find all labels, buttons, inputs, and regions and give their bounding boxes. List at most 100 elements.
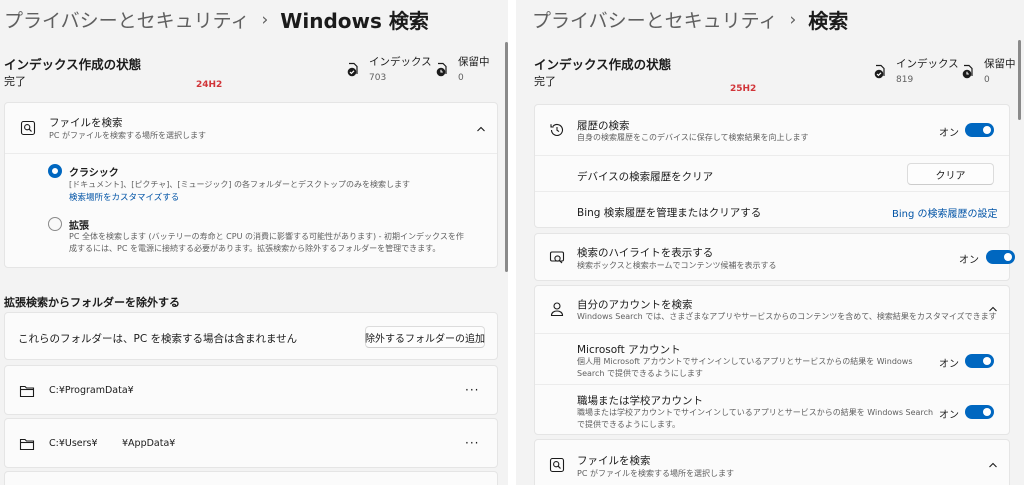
find-files-header[interactable]: ファイルを検索 PC がファイルを検索する場所を選択します xyxy=(5,103,497,153)
indexed-items-stat: インデックス 819 xyxy=(872,56,959,85)
search-files-icon xyxy=(549,457,565,473)
bing-history-settings-link[interactable]: Bing の検索履歴の設定 xyxy=(892,205,998,220)
search-highlights-card: 検索のハイライトを表示する 検索ボックスと検索ホームでコンテンツ候補を表示する … xyxy=(534,233,1015,281)
exclude-folders-heading: 拡張検索からフォルダーを除外する xyxy=(4,296,180,309)
more-options-button[interactable]: ··· xyxy=(465,436,479,450)
search-files-icon xyxy=(20,120,36,136)
pending-items-stat: 保留中 0 xyxy=(960,56,1016,85)
work-account-title: 職場または学校アカウント xyxy=(577,395,703,407)
classic-option-desc: [ドキュメント]、[ピクチャ]、[ミュージック] の各フォルダーとデスクトップの… xyxy=(69,180,411,189)
indexing-status-title: インデックス作成の状態 xyxy=(534,57,672,72)
microsoft-account-title: Microsoft アカウント xyxy=(577,344,681,356)
toggle-knob xyxy=(983,126,991,134)
find-files-title: ファイルを検索 xyxy=(577,455,651,467)
indexed-label: インデックス xyxy=(369,56,432,68)
page-title: Windows 検索 xyxy=(280,9,429,33)
search-highlights-title: 検索のハイライトを表示する xyxy=(577,247,714,259)
toggle-knob xyxy=(983,357,991,365)
search-highlights-icon xyxy=(549,251,565,264)
search-history-card: 履歴の検索 自身の検索履歴をこのデバイスに保存して検索結果を向上します オン デ… xyxy=(534,104,1010,228)
search-highlights-toggle[interactable] xyxy=(986,250,1015,264)
search-accounts-desc: Windows Search では、さまざまなアプリやサービスからのコンテンツを… xyxy=(577,312,997,321)
card-divider xyxy=(5,153,497,154)
indexed-items-stat: インデックス 703 xyxy=(345,54,432,83)
find-files-title: ファイルを検索 xyxy=(49,117,123,129)
search-accounts-header[interactable]: 自分のアカウントを検索 Windows Search では、さまざまなアプリやサ… xyxy=(535,286,1009,333)
folder-path-part-1: C:¥Users¥ xyxy=(49,438,98,449)
exclude-folders-card: これらのフォルダーは、PC を検索する場合は含まれません 除外するフォルダーの追… xyxy=(4,312,498,360)
toggle-knob xyxy=(983,408,991,416)
breadcrumb-parent-privacy[interactable]: プライバシーとセキュリティ xyxy=(4,6,249,33)
indexing-status-title: インデックス作成の状態 xyxy=(4,57,142,72)
breadcrumb-separator: › xyxy=(789,9,797,30)
work-account-toggle[interactable] xyxy=(965,405,994,419)
pending-count: 0 xyxy=(984,75,990,85)
search-highlights-desc: 検索ボックスと検索ホームでコンテンツ候補を表示する xyxy=(577,261,777,270)
classic-radio[interactable] xyxy=(48,164,62,178)
history-icon xyxy=(550,123,564,136)
scrollbar[interactable] xyxy=(1018,0,1021,485)
search-accounts-title: 自分のアカウントを検索 xyxy=(577,299,693,311)
search-history-toggle-state: オン xyxy=(939,128,959,139)
clear-history-button[interactable]: クリア xyxy=(907,163,994,185)
search-accounts-card: 自分のアカウントを検索 Windows Search では、さまざまなアプリやサ… xyxy=(534,285,1010,435)
search-history-toggle[interactable] xyxy=(965,123,994,137)
version-tag: 25H2 xyxy=(730,84,757,94)
version-tag: 24H2 xyxy=(196,80,223,90)
enhanced-radio[interactable] xyxy=(48,217,62,231)
folder-path-part-2: ¥AppData¥ xyxy=(122,438,176,449)
pending-document-icon xyxy=(962,64,973,79)
add-excluded-folder-button[interactable]: 除外するフォルダーの追加 xyxy=(365,326,485,348)
microsoft-account-toggle[interactable] xyxy=(965,354,994,368)
indexing-status-value: 完了 xyxy=(4,75,26,88)
chevron-up-icon[interactable] xyxy=(987,459,999,471)
person-icon xyxy=(550,302,564,317)
breadcrumb-parent-privacy[interactable]: プライバシーとセキュリティ xyxy=(532,6,777,33)
bing-history-title: Bing 検索履歴を管理またはクリアする xyxy=(577,207,762,219)
chevron-up-icon[interactable] xyxy=(475,123,487,135)
pending-count: 0 xyxy=(458,73,464,83)
breadcrumb: プライバシーとセキュリティ › 検索 xyxy=(532,5,848,34)
card-divider xyxy=(535,191,1009,192)
customize-search-locations-link[interactable]: 検索場所をカスタマイズする xyxy=(69,191,179,203)
card-divider xyxy=(535,155,1009,156)
microsoft-account-toggle-state: オン xyxy=(939,359,959,370)
toggle-knob xyxy=(1004,253,1012,261)
more-options-button[interactable]: ··· xyxy=(465,383,479,397)
folder-icon xyxy=(19,385,35,398)
chevron-up-icon[interactable] xyxy=(987,303,999,315)
indexed-document-icon xyxy=(347,62,358,77)
exclude-folders-info: これらのフォルダーは、PC を検索する場合は含まれません xyxy=(18,333,298,345)
enhanced-option-desc: PC 全体を検索します (バッテリーの寿命と CPU の消費に影響する可能性があ… xyxy=(69,232,464,253)
pending-label: 保留中 xyxy=(984,58,1016,70)
scrollbar-thumb[interactable] xyxy=(1018,40,1021,120)
excluded-folder-row: C:¥Users¥ ¥AppData¥ ··· xyxy=(4,418,498,468)
clear-device-history-title: デバイスの検索履歴をクリア xyxy=(577,171,714,183)
indexed-count: 703 xyxy=(369,73,387,83)
find-files-card[interactable]: ファイルを検索 PC がファイルを検索する場所を選択します xyxy=(534,439,1010,485)
left-settings-pane: プライバシーとセキュリティ › Windows 検索 インデックス作成の状態 完… xyxy=(0,0,508,485)
excluded-folder-row: C:¥ProgramData¥ ··· xyxy=(4,365,498,415)
card-divider xyxy=(535,333,1009,334)
enhanced-option-title: 拡張 xyxy=(69,221,89,232)
page-title: 検索 xyxy=(808,9,849,33)
folder-icon xyxy=(19,438,35,451)
pending-items-stat: 保留中 0 xyxy=(434,54,490,83)
card-divider xyxy=(535,384,1009,385)
excluded-folder-row-partial xyxy=(4,471,498,485)
microsoft-account-desc: 個人用 Microsoft アカウントでサインインしているアプリとサービスからの… xyxy=(577,357,913,378)
pane-divider xyxy=(508,0,516,485)
pending-label: 保留中 xyxy=(458,56,490,68)
find-files-desc: PC がファイルを検索する場所を選択します xyxy=(49,131,206,140)
breadcrumb: プライバシーとセキュリティ › Windows 検索 xyxy=(4,5,429,34)
search-history-title: 履歴の検索 xyxy=(577,120,630,132)
indexing-status-value: 完了 xyxy=(534,75,556,88)
indexed-label: インデックス xyxy=(896,58,959,70)
search-highlights-toggle-state: オン xyxy=(959,255,979,266)
pending-document-icon xyxy=(436,62,447,77)
work-account-desc: 職場または学校アカウントでサインインしているアプリとサービスからの結果を Win… xyxy=(577,408,934,429)
find-files-card: ファイルを検索 PC がファイルを検索する場所を選択します クラシック [ドキュ… xyxy=(4,102,498,268)
right-settings-pane: プライバシーとセキュリティ › 検索 インデックス作成の状態 完了 25H2 イ… xyxy=(516,0,1024,485)
folder-path: C:¥ProgramData¥ xyxy=(49,385,134,396)
search-history-desc: 自身の検索履歴をこのデバイスに保存して検索結果を向上します xyxy=(577,133,809,142)
